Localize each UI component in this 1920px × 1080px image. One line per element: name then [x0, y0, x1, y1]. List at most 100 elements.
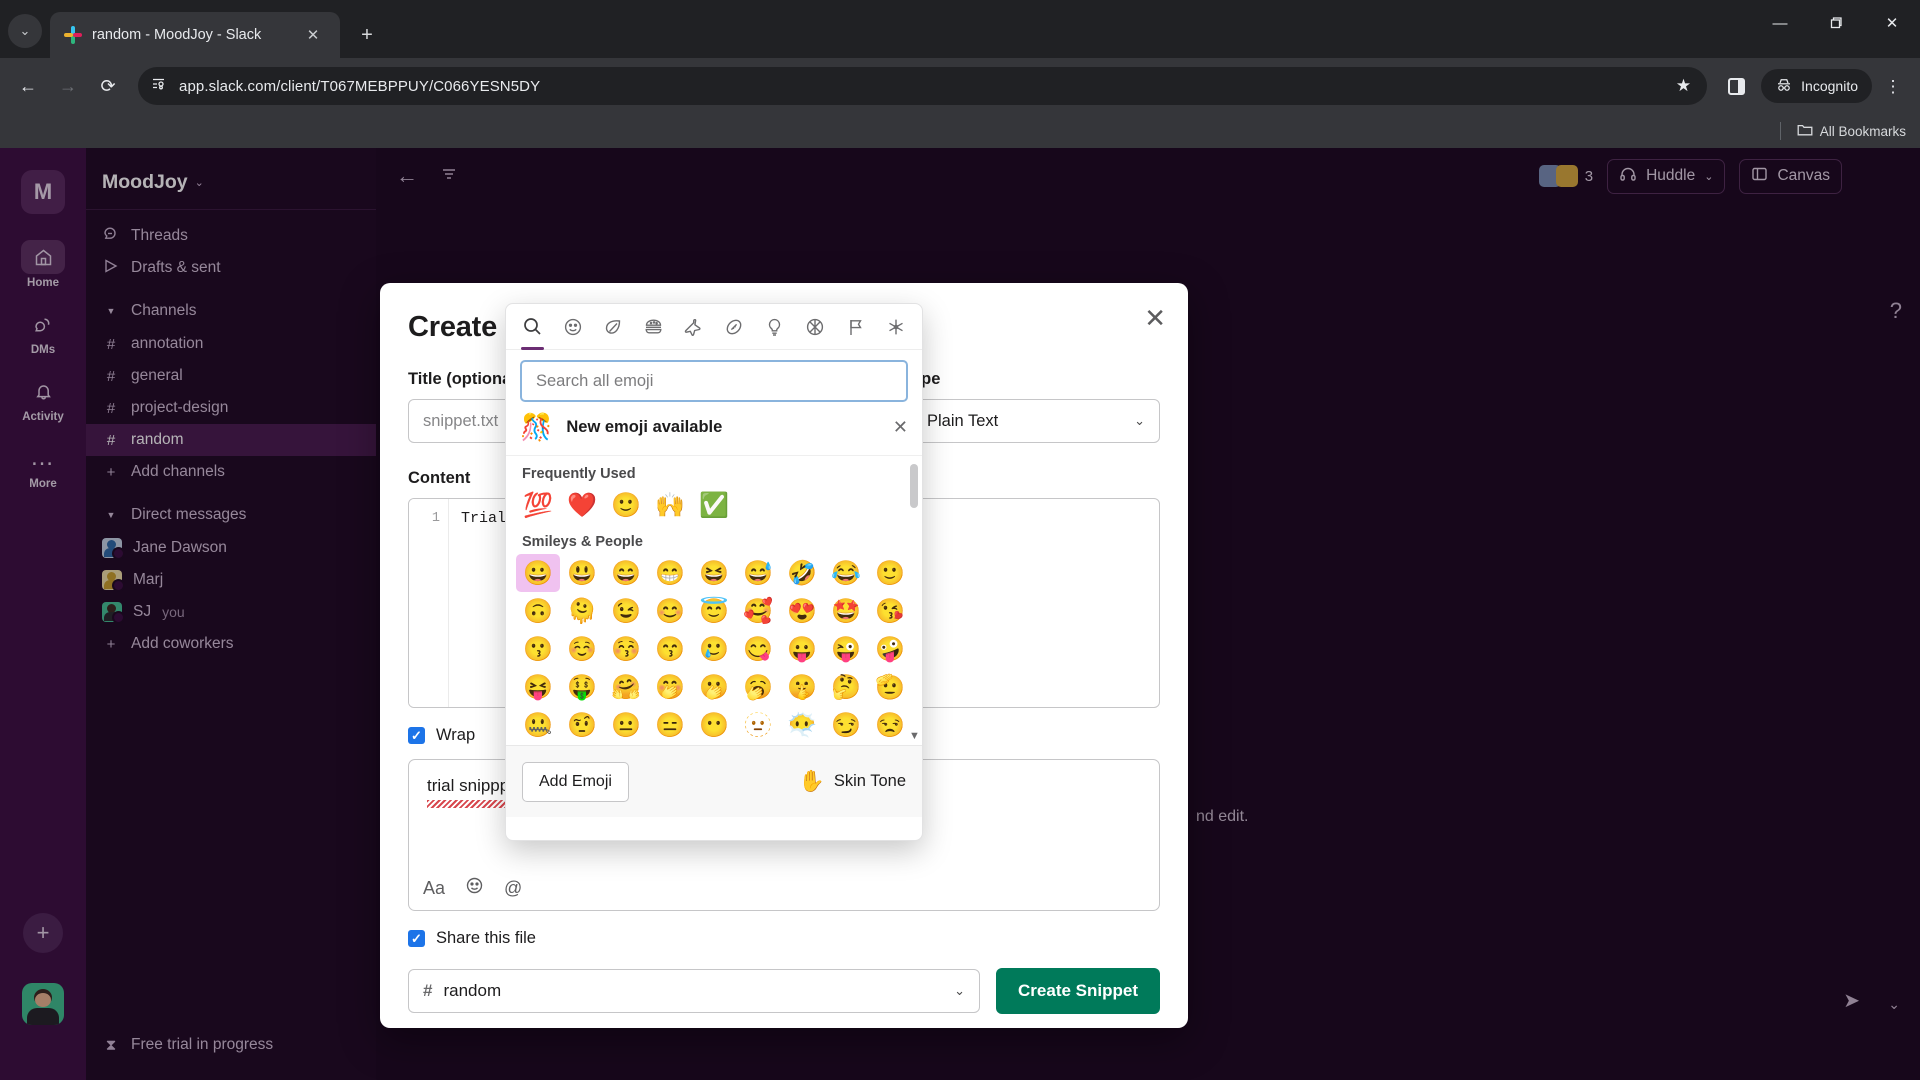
emoji-cell[interactable]: ✅ [692, 486, 736, 524]
emoji-cell[interactable]: 😇 [692, 592, 736, 630]
banner-close-icon[interactable]: ✕ [893, 417, 908, 438]
emoji-cell[interactable]: 🙌 [648, 486, 692, 524]
maximize-icon[interactable] [1808, 0, 1864, 46]
emoji-cell[interactable]: 🤭 [648, 668, 692, 706]
emoji-tab-objects-icon[interactable] [754, 305, 794, 349]
emoji-cell[interactable]: 😆 [692, 554, 736, 592]
create-snippet-button[interactable]: Create Snippet [996, 968, 1160, 1014]
emoji-cell[interactable]: 😶‍🌫️ [780, 706, 824, 744]
emoji-tab-symbols-icon[interactable] [795, 305, 835, 349]
type-select[interactable]: Plain Text ⌄ [912, 399, 1160, 443]
emoji-cell[interactable]: 😋 [736, 630, 780, 668]
emoji-cell[interactable]: ❤️ [560, 486, 604, 524]
emoji-cell[interactable]: 🤪 [868, 630, 912, 668]
emoji-cell[interactable]: 😙 [648, 630, 692, 668]
emoji-cell[interactable]: 🫥 [736, 706, 780, 744]
minimize-icon[interactable]: — [1752, 0, 1808, 46]
emoji-cell[interactable]: 🙃 [516, 592, 560, 630]
all-bookmarks-button[interactable]: All Bookmarks [1797, 123, 1906, 140]
emoji-scroll-area[interactable]: Frequently Used 💯 ❤️ 🙂 🙌 ✅ Smileys & Peo… [506, 455, 922, 745]
emoji-cell[interactable]: 😗 [516, 630, 560, 668]
emoji-cell[interactable]: 💯 [516, 486, 560, 524]
browser-tab[interactable]: random - MoodJoy - Slack ✕ [50, 12, 340, 58]
slack-favicon [64, 26, 82, 44]
address-bar[interactable]: app.slack.com/client/T067MEBPPUY/C066YES… [138, 67, 1708, 105]
emoji-cell[interactable]: 😐 [604, 706, 648, 744]
back-button[interactable]: ← [10, 68, 46, 104]
emoji-cell[interactable]: 🥰 [736, 592, 780, 630]
emoji-cell[interactable]: 😁 [648, 554, 692, 592]
emoji-cell[interactable]: 😒 [868, 706, 912, 744]
emoji-cell[interactable]: 🤣 [780, 554, 824, 592]
emoji-cell[interactable]: 🙂 [604, 486, 648, 524]
incognito-indicator[interactable]: Incognito [1761, 69, 1872, 103]
emoji-tab-smiley-icon[interactable] [552, 305, 592, 349]
skin-tone-button[interactable]: ✋ Skin Tone [799, 770, 906, 794]
emoji-cell[interactable]: 😅 [736, 554, 780, 592]
emoji-tab-food-icon[interactable] [633, 305, 673, 349]
emoji-cell[interactable]: 😃 [560, 554, 604, 592]
emoji-cell[interactable]: 🤐 [516, 706, 560, 744]
emoji-cell[interactable]: 😛 [780, 630, 824, 668]
emoji-search-input[interactable]: Search all emoji [520, 360, 908, 402]
tab-search-icon[interactable]: ⌄ [8, 14, 42, 48]
emoji-cell[interactable]: 🫠 [560, 592, 604, 630]
party-popper-icon: 🎊 [520, 412, 553, 442]
side-panel-icon[interactable] [1719, 69, 1753, 103]
emoji-cell[interactable]: 😘 [868, 592, 912, 630]
format-icon[interactable]: Aa [423, 878, 445, 899]
skin-tone-label: Skin Tone [833, 772, 906, 790]
emoji-picker: Search all emoji 🎊 New emoji available ✕… [505, 303, 923, 841]
emoji-cell[interactable]: 🙂 [868, 554, 912, 592]
emoji-tab-activity-icon[interactable] [714, 305, 754, 349]
mention-icon[interactable]: @ [504, 878, 522, 899]
reload-button[interactable]: ⟳ [90, 68, 126, 104]
add-emoji-button[interactable]: Add Emoji [522, 761, 629, 802]
emoji-cell[interactable]: 🥱 [736, 668, 780, 706]
emoji-cell[interactable]: 🤫 [780, 668, 824, 706]
modal-close-icon[interactable]: ✕ [1144, 305, 1166, 331]
emoji-cell[interactable]: 🤩 [824, 592, 868, 630]
emoji-cell[interactable]: 😊 [648, 592, 692, 630]
emoji-cell[interactable]: ☺️ [560, 630, 604, 668]
emoji-cell[interactable]: 😜 [824, 630, 868, 668]
close-window-icon[interactable]: ✕ [1864, 0, 1920, 46]
emoji-cell[interactable]: 🤔 [824, 668, 868, 706]
emoji-tab-flags-icon[interactable] [835, 305, 875, 349]
emoji-tab-travel-icon[interactable] [674, 305, 714, 349]
emoji-icon[interactable] [465, 876, 484, 900]
emoji-scrollbar[interactable]: ▼ [909, 464, 920, 742]
wrap-checkbox[interactable] [408, 727, 425, 744]
share-file-row[interactable]: Share this file [408, 929, 1160, 948]
emoji-cell[interactable]: 😍 [780, 592, 824, 630]
emoji-tab-leaf-icon[interactable] [593, 305, 633, 349]
emoji-tab-custom-icon[interactable] [876, 305, 916, 349]
emoji-cell[interactable]: 🫡 [868, 668, 912, 706]
share-file-checkbox[interactable] [408, 930, 425, 947]
emoji-cell[interactable]: 😂 [824, 554, 868, 592]
emoji-cell[interactable]: 🫢 [692, 668, 736, 706]
emoji-cell[interactable]: 😉 [604, 592, 648, 630]
emoji-cell[interactable]: 🤗 [604, 668, 648, 706]
tab-close-icon[interactable]: ✕ [302, 26, 324, 44]
emoji-cell[interactable]: 🤑 [560, 668, 604, 706]
emoji-tab-search-icon[interactable] [512, 305, 552, 350]
new-tab-button[interactable]: + [352, 20, 382, 50]
scrollbar-thumb[interactable] [910, 464, 918, 508]
emoji-cell[interactable]: 😏 [824, 706, 868, 744]
emoji-cell[interactable]: 😀 [516, 554, 560, 592]
browser-window: ⌄ random - MoodJoy - Slack ✕ + — ✕ ← → ⟳… [0, 0, 1920, 1080]
emoji-cell[interactable]: 😝 [516, 668, 560, 706]
emoji-cell[interactable]: 😶 [692, 706, 736, 744]
channel-select[interactable]: # random ⌄ [408, 969, 981, 1013]
emoji-cell[interactable]: 🤨 [560, 706, 604, 744]
bookmark-star-icon[interactable]: ★ [1676, 76, 1695, 96]
emoji-cell[interactable]: 🥲 [692, 630, 736, 668]
browser-menu-icon[interactable]: ⋮ [1876, 78, 1910, 95]
emoji-cell[interactable]: 😄 [604, 554, 648, 592]
forward-button[interactable]: → [50, 68, 86, 104]
scroll-down-icon[interactable]: ▼ [909, 730, 920, 742]
emoji-cell[interactable]: 😑 [648, 706, 692, 744]
emoji-cell[interactable]: 😚 [604, 630, 648, 668]
page-info-icon[interactable] [150, 75, 167, 97]
